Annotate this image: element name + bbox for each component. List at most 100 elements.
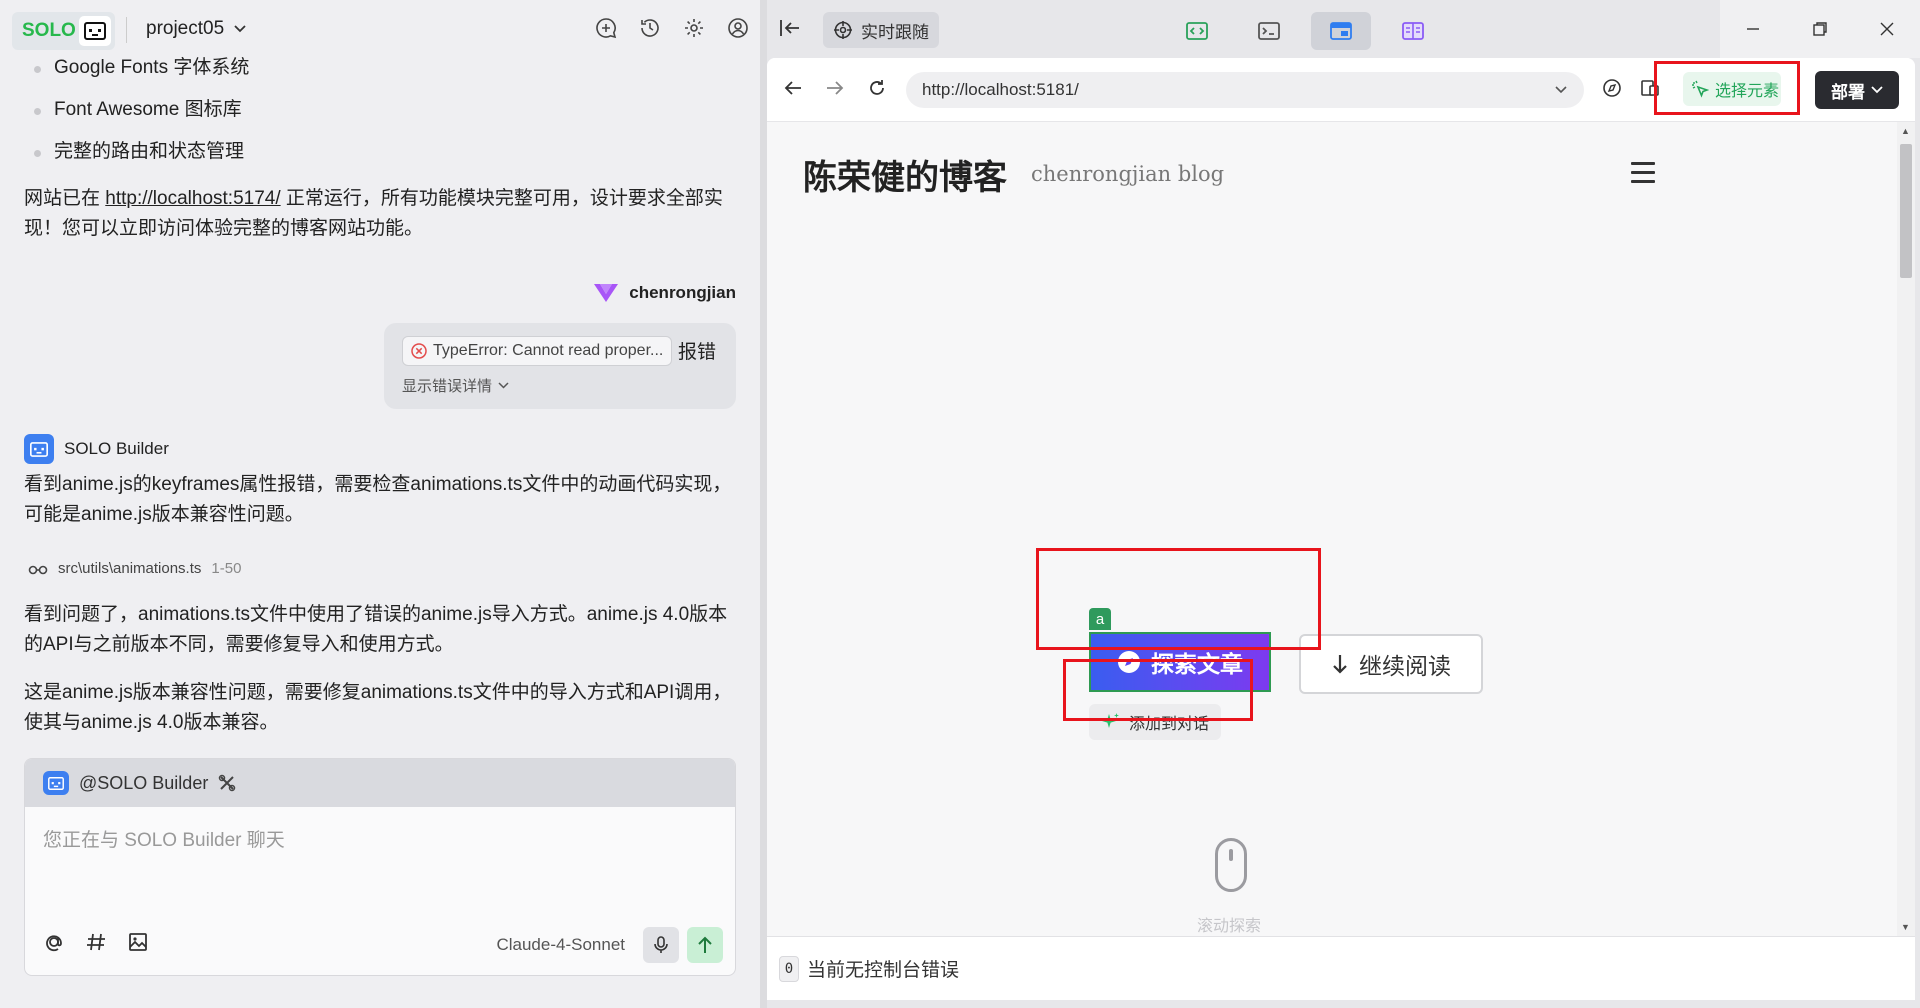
- status-prefix: 网站已在: [24, 188, 106, 209]
- page-subtitle: chenrongjian blog: [1031, 162, 1225, 186]
- scrollbar-thumb[interactable]: [1900, 144, 1912, 278]
- code-window-icon: [1186, 22, 1208, 40]
- microphone-icon: [654, 936, 668, 953]
- scroll-up-arrow-icon[interactable]: ▲: [1901, 126, 1910, 136]
- builder-message: 这是anime.js版本兼容性问题，需要修复animations.ts文件中的导…: [24, 682, 732, 733]
- send-button[interactable]: [687, 927, 723, 963]
- solo-logo-icon: [79, 16, 111, 46]
- menu-hamburger-icon[interactable]: [1631, 162, 1655, 189]
- browser-window-icon: [1330, 22, 1352, 40]
- highlight-box-select-element: [1654, 61, 1800, 115]
- minimize-icon: [1747, 28, 1760, 30]
- panel-splitter[interactable]: [760, 0, 767, 1008]
- preview-toolbar: 实时跟随: [767, 0, 1920, 58]
- tab-docs[interactable]: [1383, 12, 1443, 50]
- console-status-bar: 0 当前无控制台错误: [767, 936, 1915, 1000]
- url-input[interactable]: http://localhost:5181/: [906, 72, 1584, 108]
- brand-label: SOLO: [22, 20, 76, 41]
- show-error-details-toggle[interactable]: 显示错误详情: [402, 375, 509, 396]
- new-chat-icon[interactable]: [594, 16, 618, 40]
- chevron-down-icon: [234, 25, 246, 33]
- browser-nav: [783, 78, 887, 98]
- account-icon[interactable]: [726, 16, 750, 40]
- chevron-down-icon: [498, 382, 509, 389]
- chat-footer: Claude-4-Sonnet: [25, 915, 735, 975]
- project-selector[interactable]: project05: [146, 18, 246, 40]
- crosshair-icon: [834, 21, 852, 39]
- localhost-link[interactable]: http://localhost:5174/: [105, 188, 280, 209]
- builder-header: SOLO Builder: [24, 434, 169, 464]
- blog-page: 陈荣健的博客 chenrongjian blog a 探索文章 继续阅读 添加到…: [767, 122, 1897, 936]
- builder-message: 看到anime.js的keyframes属性报错，需要检查animations.…: [24, 474, 732, 525]
- glasses-icon: [28, 565, 48, 574]
- file-path: src\utils\animations.ts: [58, 560, 202, 577]
- tab-terminal[interactable]: [1239, 12, 1299, 50]
- console-message: 当前无控制台错误: [807, 960, 960, 981]
- chat-tools: [43, 931, 149, 953]
- error-circle-icon: [411, 343, 427, 359]
- list-item: Google Fonts 字体系统: [30, 52, 249, 94]
- site-status-message: 网站已在 http://localhost:5174/ 正常运行，所有功能模块完…: [24, 184, 736, 244]
- page-scrollbar[interactable]: ▲ ▼: [1897, 122, 1915, 936]
- back-arrow-icon[interactable]: [783, 78, 803, 98]
- scroll-down-arrow-icon[interactable]: ▼: [1901, 922, 1910, 932]
- highlight-box-explore-button: [1036, 548, 1321, 650]
- user-message-text: 报错: [678, 342, 717, 363]
- left-toolbar-icons: [594, 16, 750, 40]
- reload-icon[interactable]: [867, 78, 887, 98]
- error-chip-text: TypeError: Cannot read proper...: [433, 342, 664, 359]
- builder-name: SOLO Builder: [64, 439, 169, 458]
- tab-code[interactable]: [1167, 12, 1227, 50]
- arrow-up-icon: [698, 936, 712, 953]
- restore-button[interactable]: [1787, 0, 1854, 58]
- chevron-down-icon[interactable]: [1554, 82, 1568, 96]
- history-icon[interactable]: [638, 16, 662, 40]
- chat-panel: SOLO project05 Google Fonts 字体系统 Font Aw…: [0, 0, 760, 1008]
- terminal-icon: [1258, 22, 1280, 40]
- close-icon: [1880, 22, 1894, 36]
- compass-icon[interactable]: [1602, 78, 1622, 98]
- minimize-button[interactable]: [1720, 0, 1787, 58]
- feature-bullet-list: Google Fonts 字体系统 Font Awesome 图标库 完整的路由…: [30, 52, 249, 178]
- builder-avatar-icon: [24, 434, 54, 464]
- toolbar-divider: [126, 17, 127, 43]
- settings-gear-icon[interactable]: [682, 16, 706, 40]
- tools-icon[interactable]: [218, 774, 236, 792]
- microphone-button[interactable]: [643, 927, 679, 963]
- left-toolbar: SOLO project05: [0, 0, 760, 60]
- model-selector[interactable]: Claude-4-Sonnet: [496, 935, 625, 955]
- error-chip[interactable]: TypeError: Cannot read proper...: [402, 336, 672, 366]
- close-button[interactable]: [1853, 0, 1920, 58]
- deploy-button[interactable]: 部署: [1815, 71, 1899, 109]
- view-tabs: [1167, 12, 1443, 50]
- forward-arrow-icon[interactable]: [825, 78, 845, 98]
- continue-reading-button[interactable]: 继续阅读: [1299, 634, 1483, 694]
- live-follow-label: 实时跟随: [861, 22, 929, 42]
- hash-icon[interactable]: [85, 931, 107, 953]
- chat-agent-header: @SOLO Builder: [25, 759, 735, 807]
- file-line-range: 1-50: [211, 560, 242, 577]
- chat-agent-label: @SOLO Builder: [79, 772, 209, 793]
- document-icon: [1402, 22, 1424, 40]
- tab-browser[interactable]: [1311, 12, 1371, 50]
- url-tools: [1602, 78, 1660, 98]
- user-header: chenrongjian: [593, 282, 736, 304]
- details-label: 显示错误详情: [402, 378, 493, 395]
- builder-avatar-icon: [43, 771, 69, 795]
- chat-input[interactable]: 您正在与 SOLO Builder 聊天: [43, 825, 285, 852]
- highlight-box-add-to-conversation: [1063, 659, 1253, 721]
- mouse-scroll-icon: [1215, 838, 1247, 892]
- mention-icon[interactable]: [43, 931, 65, 953]
- file-reference[interactable]: src\utils\animations.ts 1-50: [28, 560, 241, 577]
- live-follow-button[interactable]: 实时跟随: [823, 12, 939, 48]
- embedded-browser: http://localhost:5181/ 选择元素 部署 陈荣健的博客 ch…: [767, 58, 1915, 1000]
- list-item: 完整的路由和状态管理: [30, 136, 249, 178]
- user-message-bubble: TypeError: Cannot read proper... 报错 显示错误…: [384, 323, 736, 409]
- chevron-down-icon: [1871, 86, 1883, 94]
- image-icon[interactable]: [127, 931, 149, 953]
- restore-icon: [1813, 22, 1827, 36]
- deploy-label: 部署: [1831, 82, 1865, 102]
- collapse-panel-icon[interactable]: [779, 18, 801, 43]
- chat-input-box: @SOLO Builder 您正在与 SOLO Builder 聊天 Claud…: [24, 758, 736, 976]
- solo-brand-badge[interactable]: SOLO: [12, 12, 115, 50]
